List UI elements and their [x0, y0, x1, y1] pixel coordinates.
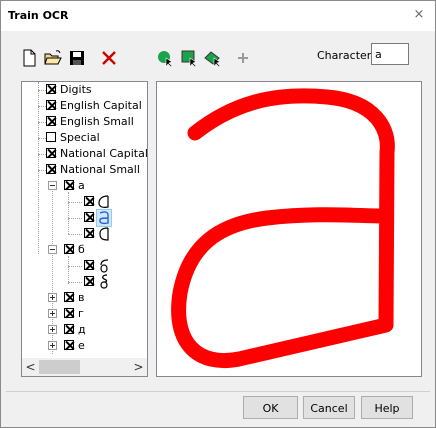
b-checkbox[interactable]	[64, 244, 74, 254]
tree-item-label: б	[78, 243, 85, 256]
select-region-icon[interactable]	[179, 48, 199, 68]
tree-item-label: English Capital	[60, 99, 142, 112]
sample-checkbox[interactable]	[84, 260, 94, 270]
scroll-right-icon[interactable]: >	[130, 358, 147, 376]
digits-checkbox[interactable]	[46, 84, 56, 94]
character-input[interactable]	[371, 43, 409, 65]
tree-item-label: е	[78, 339, 85, 352]
eraser-tool-icon[interactable]	[203, 48, 223, 68]
tree-item-v[interactable]: в	[22, 290, 147, 306]
window-title: Train OCR	[8, 9, 69, 22]
tree-item-label: д	[78, 323, 86, 336]
character-tree[interactable]: Digits English Capital English Small Spe…	[21, 81, 148, 377]
pen-tool-icon[interactable]	[155, 48, 175, 68]
sample-thumbnail-icon[interactable]	[97, 194, 111, 210]
e-checkbox[interactable]	[64, 340, 74, 350]
sample-row[interactable]	[22, 258, 147, 274]
tree-item-a[interactable]: а	[22, 178, 147, 194]
new-icon[interactable]	[19, 48, 39, 68]
collapse-icon[interactable]	[48, 181, 57, 190]
title-bar: Train OCR ×	[1, 1, 435, 31]
tree-item-digits[interactable]: Digits	[22, 82, 147, 98]
tree-item-b[interactable]: б	[22, 242, 147, 258]
ok-button[interactable]: OK	[243, 396, 298, 419]
sample-thumbnail-icon[interactable]	[97, 226, 111, 242]
v-checkbox[interactable]	[64, 292, 74, 302]
tree-item-label: Digits	[60, 83, 92, 96]
sample-checkbox[interactable]	[84, 276, 94, 286]
sample-row[interactable]	[22, 209, 147, 227]
cancel-button[interactable]: Cancel	[303, 396, 355, 419]
separator	[6, 391, 430, 392]
tree-item-national-small[interactable]: National Small	[22, 162, 147, 178]
tree-item-label: а	[78, 179, 85, 192]
train-ocr-dialog: Train OCR × Character: a Digits English …	[0, 0, 436, 428]
special-checkbox[interactable]	[46, 132, 56, 142]
collapse-icon[interactable]	[48, 245, 57, 254]
expand-icon[interactable]	[48, 341, 57, 350]
tree-item-label: г	[78, 307, 84, 320]
save-icon[interactable]	[67, 48, 87, 68]
tree-item-label: English Small	[60, 115, 134, 128]
tree-item-label: National Small	[60, 163, 140, 176]
drawing-canvas[interactable]	[156, 81, 422, 377]
tree-item-national-capital[interactable]: National Capital	[22, 146, 147, 162]
expand-icon[interactable]	[48, 325, 57, 334]
help-button[interactable]: Help	[361, 396, 413, 419]
sample-row[interactable]	[22, 194, 147, 210]
open-folder-icon[interactable]	[43, 48, 63, 68]
g-checkbox[interactable]	[64, 308, 74, 318]
scroll-left-icon[interactable]: <	[22, 358, 39, 376]
national-small-checkbox[interactable]	[46, 164, 56, 174]
tree-item-english-capital[interactable]: English Capital	[22, 98, 147, 114]
a-checkbox[interactable]	[64, 180, 74, 190]
sample-thumbnail-icon[interactable]	[97, 274, 111, 290]
sample-checkbox[interactable]	[84, 212, 94, 222]
tree-item-g[interactable]: г	[22, 306, 147, 322]
tree-item-d[interactable]: д	[22, 322, 147, 338]
expand-icon[interactable]	[48, 293, 57, 302]
expand-icon[interactable]	[48, 309, 57, 318]
drawn-glyph	[171, 88, 395, 368]
tree-item-label: Special	[60, 131, 100, 144]
close-icon[interactable]: ×	[411, 6, 427, 24]
national-capital-checkbox[interactable]	[46, 148, 56, 158]
sample-row[interactable]	[22, 226, 147, 242]
scroll-thumb[interactable]	[39, 360, 80, 374]
sample-thumbnail-icon[interactable]	[97, 258, 111, 274]
sample-checkbox[interactable]	[84, 228, 94, 238]
delete-icon[interactable]	[99, 48, 119, 68]
sample-row[interactable]	[22, 274, 147, 290]
character-label: Character:	[317, 49, 375, 62]
tree-item-english-small[interactable]: English Small	[22, 114, 147, 130]
tree-item-label: National Capital	[60, 147, 147, 160]
sample-checkbox[interactable]	[84, 196, 94, 206]
tree-item-label: в	[78, 291, 85, 304]
english-small-checkbox[interactable]	[46, 116, 56, 126]
horizontal-scrollbar[interactable]: < >	[22, 358, 147, 376]
add-icon[interactable]	[233, 48, 253, 68]
sample-thumbnail-icon[interactable]	[96, 209, 112, 227]
tree-item-e[interactable]: е	[22, 338, 147, 354]
tree-item-special[interactable]: Special	[22, 130, 147, 146]
english-capital-checkbox[interactable]	[46, 100, 56, 110]
d-checkbox[interactable]	[64, 324, 74, 334]
